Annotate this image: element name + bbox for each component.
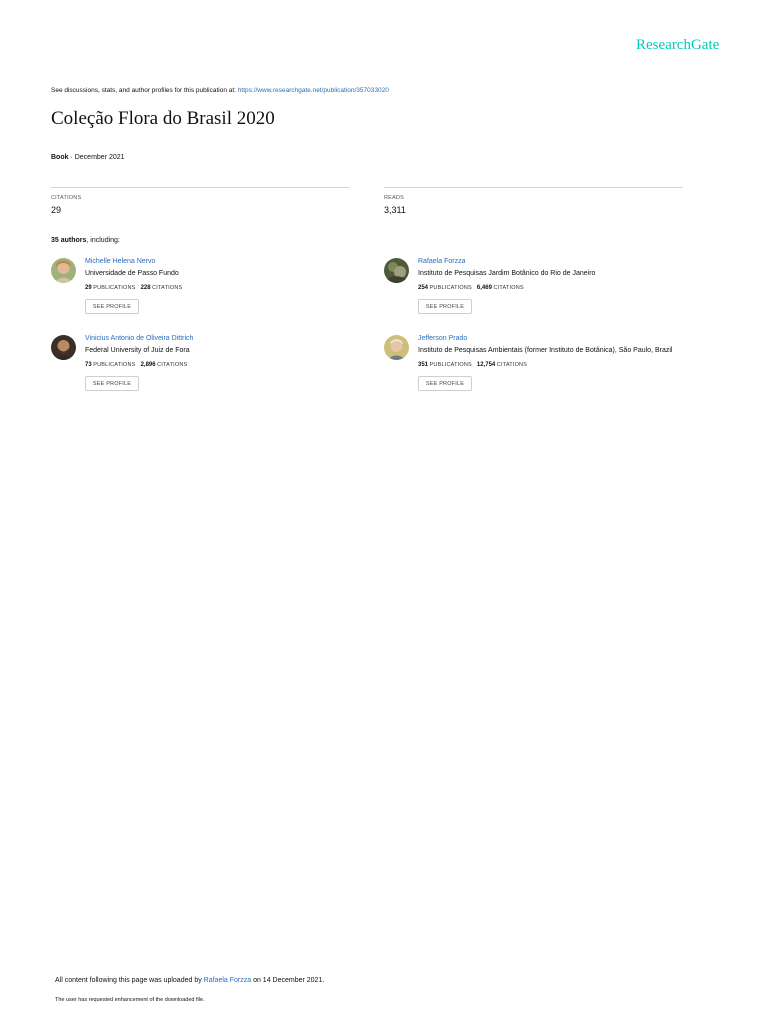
citations-count: 12,754 [476, 362, 496, 368]
publications-label: PUBLICATIONS [429, 285, 472, 291]
citations-label: CITATIONS [157, 362, 188, 368]
avatar[interactable] [384, 335, 409, 360]
author-name-link[interactable]: Vinicius Antonio de Oliveira Dittrich [85, 335, 193, 342]
publication-link[interactable]: https://www.researchgate.net/publication… [238, 87, 389, 94]
reads-divider [384, 187, 683, 188]
author-card: Jefferson Prado Instituto de Pesquisas A… [384, 335, 744, 399]
author-name-link[interactable]: Michelle Helena Nervo [85, 258, 155, 265]
citations-label: CITATIONS [496, 362, 528, 368]
publications-label: PUBLICATIONS [429, 362, 472, 368]
avatar[interactable] [51, 335, 76, 360]
uploader-link[interactable]: Rafaela Forzza [204, 977, 251, 984]
upload-prefix: All content following this page was uplo… [55, 977, 204, 984]
author-stats: 29 PUBLICATIONS 228 CITATIONS [85, 285, 182, 291]
see-profile-button[interactable]: SEE PROFILE [85, 376, 139, 391]
authors-suffix: , including: [86, 237, 120, 244]
citations-divider [51, 187, 350, 188]
authors-summary: 35 authors, including: [51, 237, 120, 244]
enhancement-note: The user has requested enhancement of th… [55, 997, 205, 1003]
citations-count: 228 [140, 285, 151, 291]
citations-count: 2,896 [140, 362, 156, 368]
author-institution: Instituto de Pesquisas Ambientais (forme… [418, 347, 673, 354]
publication-date: December 2021 [74, 154, 125, 161]
discussion-notice: See discussions, stats, and author profi… [51, 87, 389, 94]
author-card: Rafaela Forzza Instituto de Pesquisas Ja… [384, 258, 724, 322]
author-stats: 254 PUBLICATIONS 6,469 CITATIONS [418, 285, 524, 291]
authors-count: 35 authors [51, 237, 87, 244]
author-card: Michelle Helena Nervo Universidade de Pa… [51, 258, 391, 322]
citations-label: CITATIONS [152, 285, 183, 291]
citations-value: 29 [51, 205, 62, 215]
citations-label: CITATIONS [493, 285, 524, 291]
avatar[interactable] [384, 258, 409, 283]
author-card: Vinicius Antonio de Oliveira Dittrich Fe… [51, 335, 391, 399]
author-institution: Federal University of Juiz de Fora [85, 347, 190, 354]
citations-label: CITATIONS [51, 195, 82, 201]
reads-label: READS [384, 195, 404, 201]
publications-label: PUBLICATIONS [93, 285, 136, 291]
researchgate-logo[interactable]: ResearchGate [636, 37, 719, 54]
see-profile-button[interactable]: SEE PROFILE [418, 376, 472, 391]
discussion-text: See discussions, stats, and author profi… [51, 87, 238, 94]
author-institution: Universidade de Passo Fundo [85, 270, 179, 277]
author-stats: 351 PUBLICATIONS 12,754 CITATIONS [418, 362, 527, 368]
publication-type: Book [51, 154, 69, 161]
see-profile-button[interactable]: SEE PROFILE [85, 299, 139, 314]
citations-count: 6,469 [476, 285, 492, 291]
author-institution: Instituto de Pesquisas Jardim Botânico d… [418, 270, 596, 277]
publications-count: 254 [418, 285, 429, 291]
publications-count: 73 [85, 362, 92, 368]
publications-label: PUBLICATIONS [93, 362, 136, 368]
publication-meta: Book · December 2021 [51, 154, 125, 161]
reads-value: 3,311 [384, 205, 406, 215]
author-name-link[interactable]: Rafaela Forzza [418, 258, 465, 265]
upload-notice: All content following this page was uplo… [55, 977, 324, 984]
publication-title: Coleção Flora do Brasil 2020 [51, 108, 275, 129]
author-stats: 73 PUBLICATIONS 2,896 CITATIONS [85, 362, 187, 368]
author-name-link[interactable]: Jefferson Prado [418, 335, 467, 342]
upload-suffix: on 14 December 2021. [251, 977, 325, 984]
publications-count: 351 [418, 362, 429, 368]
publications-count: 29 [85, 285, 92, 291]
see-profile-button[interactable]: SEE PROFILE [418, 299, 472, 314]
avatar[interactable] [51, 258, 76, 283]
